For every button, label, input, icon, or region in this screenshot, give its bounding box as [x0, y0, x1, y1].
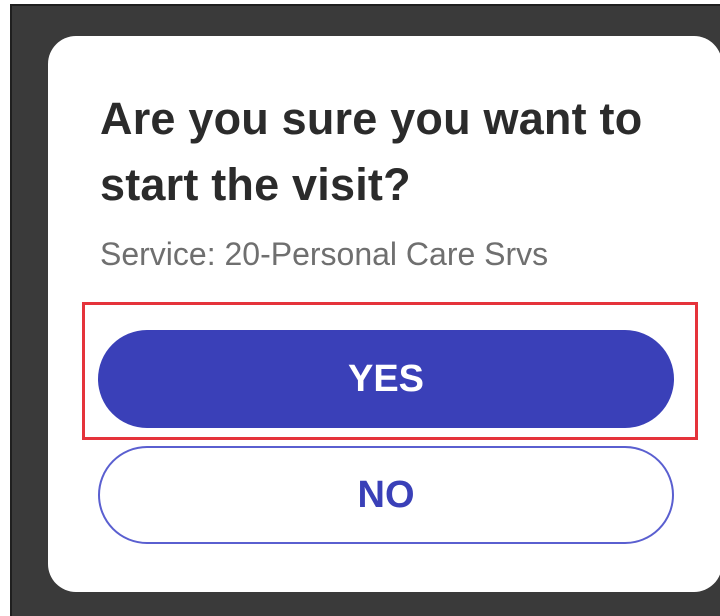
modal-backdrop: Are you sure you want to start the visit… [10, 4, 720, 616]
dialog-title: Are you sure you want to start the visit… [100, 93, 643, 210]
screen: Are you sure you want to start the visit… [0, 0, 720, 616]
yes-button[interactable]: YES [98, 330, 674, 428]
confirmation-dialog: Are you sure you want to start the visit… [48, 36, 720, 592]
service-label: Service: 20-Personal Care Srvs [100, 236, 549, 272]
no-button[interactable]: NO [98, 446, 674, 544]
